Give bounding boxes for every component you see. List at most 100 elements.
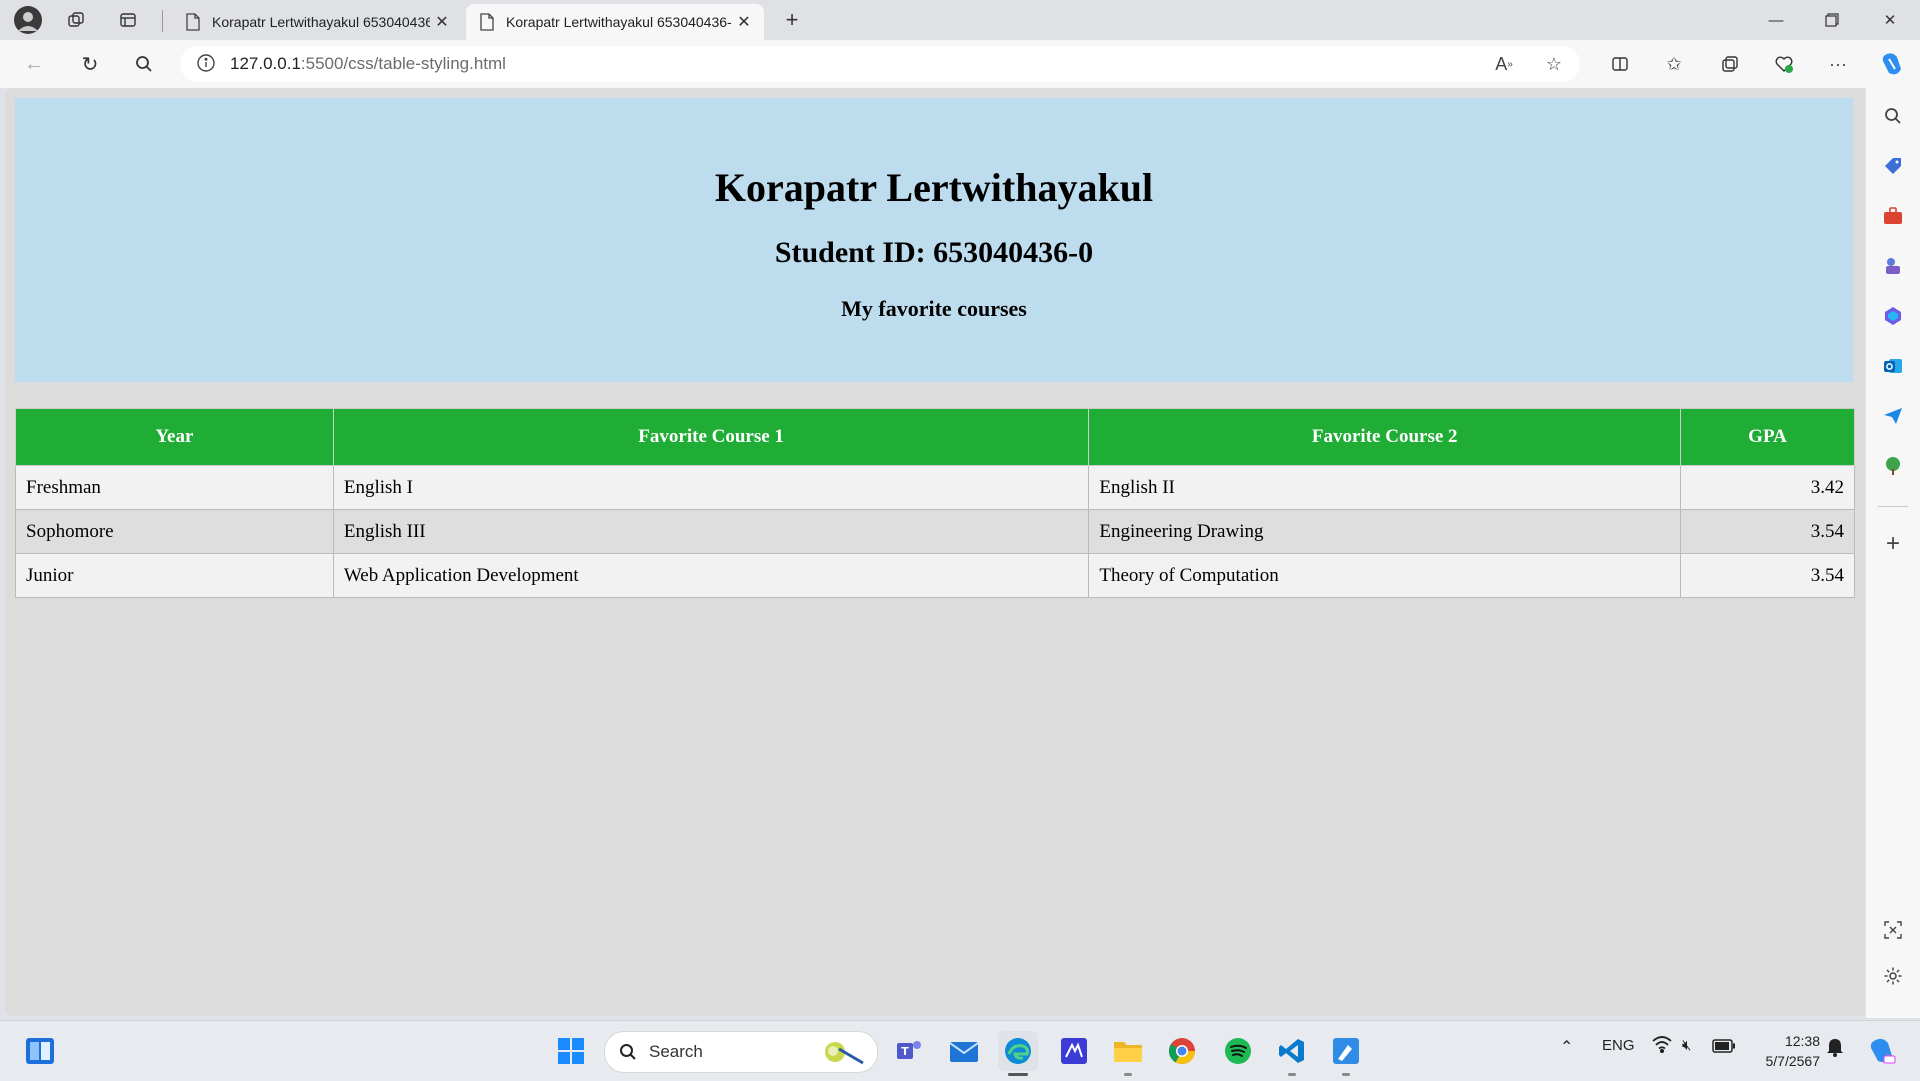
gpa-cell: 3.42 bbox=[1680, 465, 1855, 510]
new-tab-button[interactable]: + bbox=[776, 6, 808, 34]
split-screen-icon[interactable] bbox=[1602, 46, 1638, 82]
url-host: 127.0.0.1 bbox=[230, 54, 301, 73]
gear-icon[interactable] bbox=[1879, 962, 1907, 990]
mail-icon[interactable] bbox=[944, 1031, 984, 1071]
start-button[interactable] bbox=[551, 1031, 591, 1071]
table-row: Sophomore English III Engineering Drawin… bbox=[15, 509, 1855, 554]
column-header: Favorite Course 1 bbox=[332, 408, 1090, 466]
back-button[interactable]: ← bbox=[16, 48, 52, 80]
shopping-tag-icon[interactable] bbox=[1879, 152, 1907, 180]
edge-icon[interactable] bbox=[998, 1031, 1038, 1071]
minimize-button[interactable]: — bbox=[1748, 0, 1804, 40]
gpa-cell: 3.54 bbox=[1680, 509, 1855, 554]
microsoft-365-icon[interactable] bbox=[1879, 302, 1907, 330]
gpa-cell: 3.54 bbox=[1680, 553, 1855, 598]
tab-actions-icon[interactable] bbox=[112, 6, 144, 34]
workspaces-icon[interactable] bbox=[60, 6, 92, 34]
close-tab-icon[interactable]: ✕ bbox=[430, 12, 454, 32]
column-header: Favorite Course 2 bbox=[1088, 408, 1682, 466]
running-indicator bbox=[1342, 1073, 1350, 1076]
screenshot-icon[interactable] bbox=[1879, 916, 1907, 944]
show-hidden-icons-chevron[interactable]: ⌃ bbox=[1560, 1037, 1573, 1057]
copilot-taskbar-icon[interactable] bbox=[1862, 1031, 1902, 1071]
url-path: :5500/css/table-styling.html bbox=[300, 54, 506, 73]
active-app-indicator bbox=[1008, 1073, 1028, 1076]
courses-table: Year Favorite Course 1 Favorite Course 2… bbox=[15, 408, 1855, 598]
outlook-icon[interactable] bbox=[1879, 352, 1907, 380]
chrome-icon[interactable] bbox=[1162, 1031, 1202, 1071]
column-header: GPA bbox=[1680, 408, 1855, 466]
favorites-icon[interactable]: ✩ bbox=[1656, 46, 1692, 82]
search-icon bbox=[619, 1043, 637, 1061]
favorite-star-icon[interactable]: ☆ bbox=[1536, 46, 1572, 82]
search-icon[interactable] bbox=[126, 48, 162, 80]
file-explorer-icon[interactable] bbox=[1108, 1031, 1148, 1071]
tree-icon[interactable] bbox=[1879, 452, 1907, 480]
language-indicator[interactable]: ENG bbox=[1602, 1037, 1635, 1054]
page-title: Korapatr Lertwithayakul bbox=[714, 165, 1154, 210]
spotify-icon[interactable] bbox=[1218, 1031, 1258, 1071]
year-cell: Junior bbox=[15, 553, 334, 598]
url-text: 127.0.0.1:5500/css/table-styling.html bbox=[230, 54, 506, 74]
games-icon[interactable] bbox=[1879, 252, 1907, 280]
system-clock[interactable]: 12:38 5/7/2567 bbox=[1740, 1031, 1821, 1071]
table-row: Junior Web Application Development Theor… bbox=[15, 553, 1855, 598]
year-cell: Sophomore bbox=[15, 509, 334, 554]
notification-bell-icon[interactable] bbox=[1826, 1037, 1844, 1061]
tab-2[interactable]: Korapatr Lertwithayakul 653040436-0 ✕ bbox=[466, 4, 764, 40]
windows-taskbar: Search T ⌃ ENG 🔇︎ 12:38 5/7/2567 bbox=[0, 1020, 1920, 1081]
navigation-toolbar: ← ↻ 127.0.0.1:5500/css/table-styling.htm… bbox=[0, 40, 1920, 88]
sidebar-divider bbox=[1878, 506, 1908, 507]
clock-date: 5/7/2567 bbox=[1765, 1053, 1821, 1069]
volume-muted-icon[interactable]: 🔇︎ bbox=[1682, 1037, 1691, 1054]
browser-essentials-icon[interactable] bbox=[1766, 46, 1802, 82]
address-bar[interactable]: 127.0.0.1:5500/css/table-styling.html bbox=[180, 46, 1580, 82]
student-id: Student ID: 653040436-0 bbox=[774, 236, 1094, 269]
page-viewport: Korapatr Lertwithayakul Student ID: 6530… bbox=[5, 88, 1865, 1016]
close-window-button[interactable]: ✕ bbox=[1862, 0, 1918, 40]
page-header: Korapatr Lertwithayakul Student ID: 6530… bbox=[15, 98, 1853, 382]
tab-separator bbox=[162, 10, 163, 32]
search-highlight-icon bbox=[821, 1037, 865, 1067]
add-icon[interactable]: + bbox=[1879, 530, 1907, 558]
vscode-icon[interactable] bbox=[1272, 1031, 1312, 1071]
edge-sidebar: + bbox=[1866, 88, 1920, 1018]
clock-time: 12:38 bbox=[1784, 1033, 1820, 1049]
read-aloud-icon[interactable]: A» bbox=[1486, 46, 1522, 82]
course1-cell: Web Application Development bbox=[332, 553, 1090, 598]
search-label: Search bbox=[649, 1042, 703, 1061]
restore-button[interactable] bbox=[1804, 0, 1860, 40]
page-icon bbox=[480, 13, 496, 31]
course1-cell: English I bbox=[332, 465, 1090, 510]
more-options-icon[interactable]: ··· bbox=[1820, 46, 1856, 82]
tab-1[interactable]: Korapatr Lertwithayakul 653040436-0 ✕ bbox=[172, 4, 462, 40]
svg-text:T: T bbox=[901, 1045, 909, 1058]
close-tab-icon[interactable]: ✕ bbox=[732, 12, 756, 32]
course2-cell: English II bbox=[1088, 465, 1682, 510]
refresh-button[interactable]: ↻ bbox=[72, 48, 108, 80]
teams-icon[interactable]: T bbox=[890, 1031, 930, 1071]
widgets-icon[interactable] bbox=[20, 1031, 60, 1071]
tab-title: Korapatr Lertwithayakul 653040436-0 bbox=[506, 14, 732, 30]
wifi-icon[interactable] bbox=[1652, 1035, 1672, 1057]
site-info-icon[interactable] bbox=[196, 53, 218, 75]
copilot-icon[interactable] bbox=[1874, 46, 1910, 82]
table-row: Freshman English I English II 3.42 bbox=[15, 465, 1855, 510]
profile-avatar[interactable] bbox=[12, 6, 44, 34]
column-header: Year bbox=[15, 408, 334, 466]
tab-title: Korapatr Lertwithayakul 653040436-0 bbox=[212, 14, 430, 30]
table-header-row: Year Favorite Course 1 Favorite Course 2… bbox=[15, 408, 1855, 466]
page-icon bbox=[186, 13, 202, 31]
course2-cell: Theory of Computation bbox=[1088, 553, 1682, 598]
search-icon[interactable] bbox=[1879, 102, 1907, 130]
vpn-app-icon[interactable] bbox=[1054, 1031, 1094, 1071]
running-indicator bbox=[1288, 1073, 1296, 1076]
tools-icon[interactable] bbox=[1879, 202, 1907, 230]
course1-cell: English III bbox=[332, 509, 1090, 554]
page-subtitle: My favorite courses bbox=[841, 296, 1027, 321]
collections-icon[interactable] bbox=[1712, 46, 1748, 82]
paint-app-icon[interactable] bbox=[1326, 1031, 1366, 1071]
send-icon[interactable] bbox=[1879, 402, 1907, 430]
battery-icon[interactable] bbox=[1712, 1039, 1736, 1057]
taskbar-search-input[interactable]: Search bbox=[604, 1031, 878, 1073]
